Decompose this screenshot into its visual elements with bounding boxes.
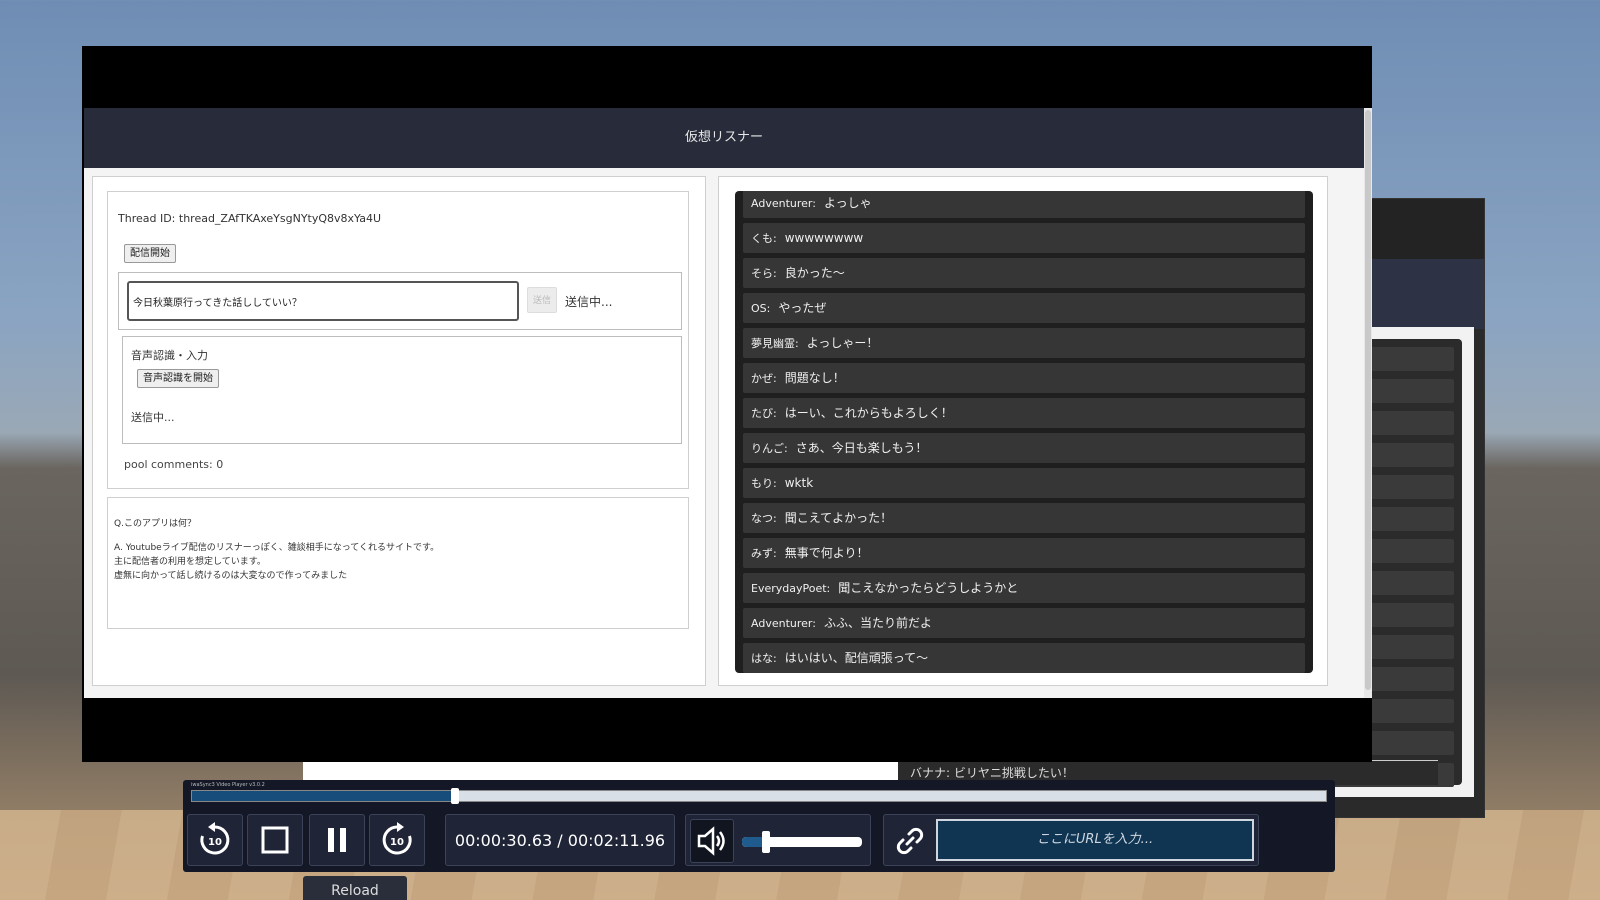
chat-text: さあ、今日も楽しもう！ <box>795 441 928 455</box>
seek-handle[interactable] <box>450 788 459 804</box>
chat-text: やったぜ <box>778 301 827 315</box>
chat-text: はいはい、配信頑張って～ <box>784 651 929 665</box>
voice-section-title: 音声認識・入力 <box>131 349 208 362</box>
chat-author: りんご: <box>751 442 788 455</box>
chat-author: Adventurer: <box>751 197 816 210</box>
chat-author: なつ: <box>751 512 777 525</box>
faq-card: Q.このアプリは何？ A. Youtubeライブ配信のリスナーっぽく、雑談相手に… <box>107 497 689 629</box>
chat-message: くも: wwwwwwww <box>743 223 1305 253</box>
chat-message: みず: 無事で何より！ <box>743 538 1305 568</box>
svg-text:10: 10 <box>390 837 404 848</box>
chat-author: もり: <box>751 477 777 490</box>
send-button[interactable]: 送信 <box>527 287 557 313</box>
forward-10-button[interactable]: 10 <box>369 814 425 866</box>
page-title: 仮想リスナー <box>84 108 1364 168</box>
faq-answer: A. Youtubeライブ配信のリスナーっぽく、雑談相手になってくれるサイトです… <box>114 543 440 581</box>
app-body: Thread ID: thread_ZAfTKAxeYsgNYtyQ8v8xYa… <box>84 168 1364 698</box>
chat-text: よっしゃ <box>823 196 872 210</box>
chat-author: OS: <box>751 302 771 315</box>
chat-message: Adventurer: よっしゃ <box>743 191 1305 218</box>
chat-author: たび: <box>751 407 777 420</box>
control-panel: Thread ID: thread_ZAfTKAxeYsgNYtyQ8v8xYa… <box>92 176 706 686</box>
comment-input[interactable]: 今日秋葉原行ってきた話ししていい？ <box>127 281 519 321</box>
chat-message: 夢見幽霊: よっしゃー！ <box>743 328 1305 358</box>
seek-bar[interactable] <box>191 788 1327 804</box>
player-title: iwaSync3 Video Player v3.0.2 <box>191 782 265 788</box>
chat-message: Adventurer: ふふ、当たり前だよ <box>743 608 1305 638</box>
start-stream-button[interactable]: 配信開始 <box>124 244 176 263</box>
chat-text: ふふ、当たり前だよ <box>823 616 932 630</box>
chat-text: 無事で何より！ <box>784 546 869 560</box>
chat-author: Adventurer: <box>751 617 816 630</box>
time-display: 00:00:30.63 / 00:02:11.96 <box>445 814 675 866</box>
seek-progress-fill <box>192 791 455 801</box>
chat-message: はな: はいはい、配信頑張って～ <box>743 643 1305 673</box>
volume-control <box>685 814 871 866</box>
chat-text: はーい、これからもよろしく！ <box>784 406 953 420</box>
chat-message: たび: はーい、これからもよろしく！ <box>743 398 1305 428</box>
page-scrollbar[interactable] <box>1364 108 1372 698</box>
volume-slider[interactable] <box>742 831 862 853</box>
reload-button[interactable]: Reload <box>303 876 407 900</box>
chat-panel: Adventurer: よっしゃくも: wwwwwwww そら: 良かった～ OS: やった… <box>718 176 1328 686</box>
chat-message: りんご: さあ、今日も楽しもう！ <box>743 433 1305 463</box>
svg-text:10: 10 <box>208 837 222 848</box>
chat-text: ビリヤニ挑戦したい！ <box>953 766 1074 780</box>
chat-author: 夢見幽霊: <box>751 337 799 350</box>
chat-list[interactable]: Adventurer: よっしゃくも: wwwwwwww そら: 良かった～ OS: やった… <box>735 191 1313 673</box>
thread-id: Thread ID: thread_ZAfTKAxeYsgNYtyQ8v8xYa… <box>118 212 382 225</box>
pause-button[interactable] <box>309 814 365 866</box>
chat-author: バナナ: <box>910 766 951 780</box>
chat-message: なつ: 聞こえてよかった！ <box>743 503 1305 533</box>
chat-text: 良かった～ <box>784 266 845 280</box>
rewind-10-button[interactable]: 10 <box>187 814 243 866</box>
url-section: ここにURLを入力... <box>883 814 1259 866</box>
chat-author: みず: <box>751 547 777 560</box>
chat-message: そら: 良かった～ <box>743 258 1305 288</box>
chat-text: よっしゃー！ <box>806 336 879 350</box>
pause-icon <box>328 828 346 852</box>
chat-message: EverydayPoet: 聞こえなかったらどうしようかと <box>743 573 1305 603</box>
volume-icon[interactable] <box>690 819 734 863</box>
browser-screen: 仮想リスナー Thread ID: thread_ZAfTKAxeYsgNYty… <box>82 46 1372 762</box>
faq-question: Q.このアプリは何？ <box>114 519 196 529</box>
sending-status: 送信中... <box>565 295 613 309</box>
screen-letterbox <box>102 698 1328 762</box>
chat-author: かぜ: <box>751 372 777 385</box>
voice-status: 送信中... <box>131 411 175 424</box>
stop-button[interactable] <box>247 814 303 866</box>
chat-author: そら: <box>751 267 777 280</box>
chat-text: 聞こえてよかった！ <box>784 511 893 525</box>
chat-text: wwwwwwww <box>784 231 864 245</box>
chat-text: wktk <box>784 476 814 490</box>
rewind-icon: 10 <box>200 822 230 855</box>
chat-text: 聞こえなかったらどうしようかと <box>838 581 1019 595</box>
chat-message: もり: wktk <box>743 468 1305 498</box>
comment-form: 今日秋葉原行ってきた話ししていい？ 送信 送信中... <box>118 272 682 330</box>
chat-author: EverydayPoet: <box>751 582 831 595</box>
pool-comments-count: pool comments: 0 <box>124 458 224 471</box>
chat-message: OS: やったぜ <box>743 293 1305 323</box>
voice-input-section: 音声認識・入力 音声認識を開始 送信中... <box>122 336 682 444</box>
start-voice-recognition-button[interactable]: 音声認識を開始 <box>137 369 219 388</box>
video-player-bar: iwaSync3 Video Player v3.0.2 10 10 00:00… <box>183 780 1335 872</box>
volume-handle[interactable] <box>762 831 770 853</box>
forward-icon: 10 <box>382 822 412 855</box>
chat-author: はな: <box>751 652 777 665</box>
chat-author: くも: <box>751 232 777 245</box>
url-input[interactable]: ここにURLを入力... <box>936 819 1254 861</box>
link-icon[interactable] <box>890 821 930 861</box>
chat-text: 問題なし！ <box>784 371 845 385</box>
chat-message: かぜ: 問題なし！ <box>743 363 1305 393</box>
stream-card: Thread ID: thread_ZAfTKAxeYsgNYtyQ8v8xYa… <box>107 191 689 489</box>
stop-icon <box>261 826 289 854</box>
